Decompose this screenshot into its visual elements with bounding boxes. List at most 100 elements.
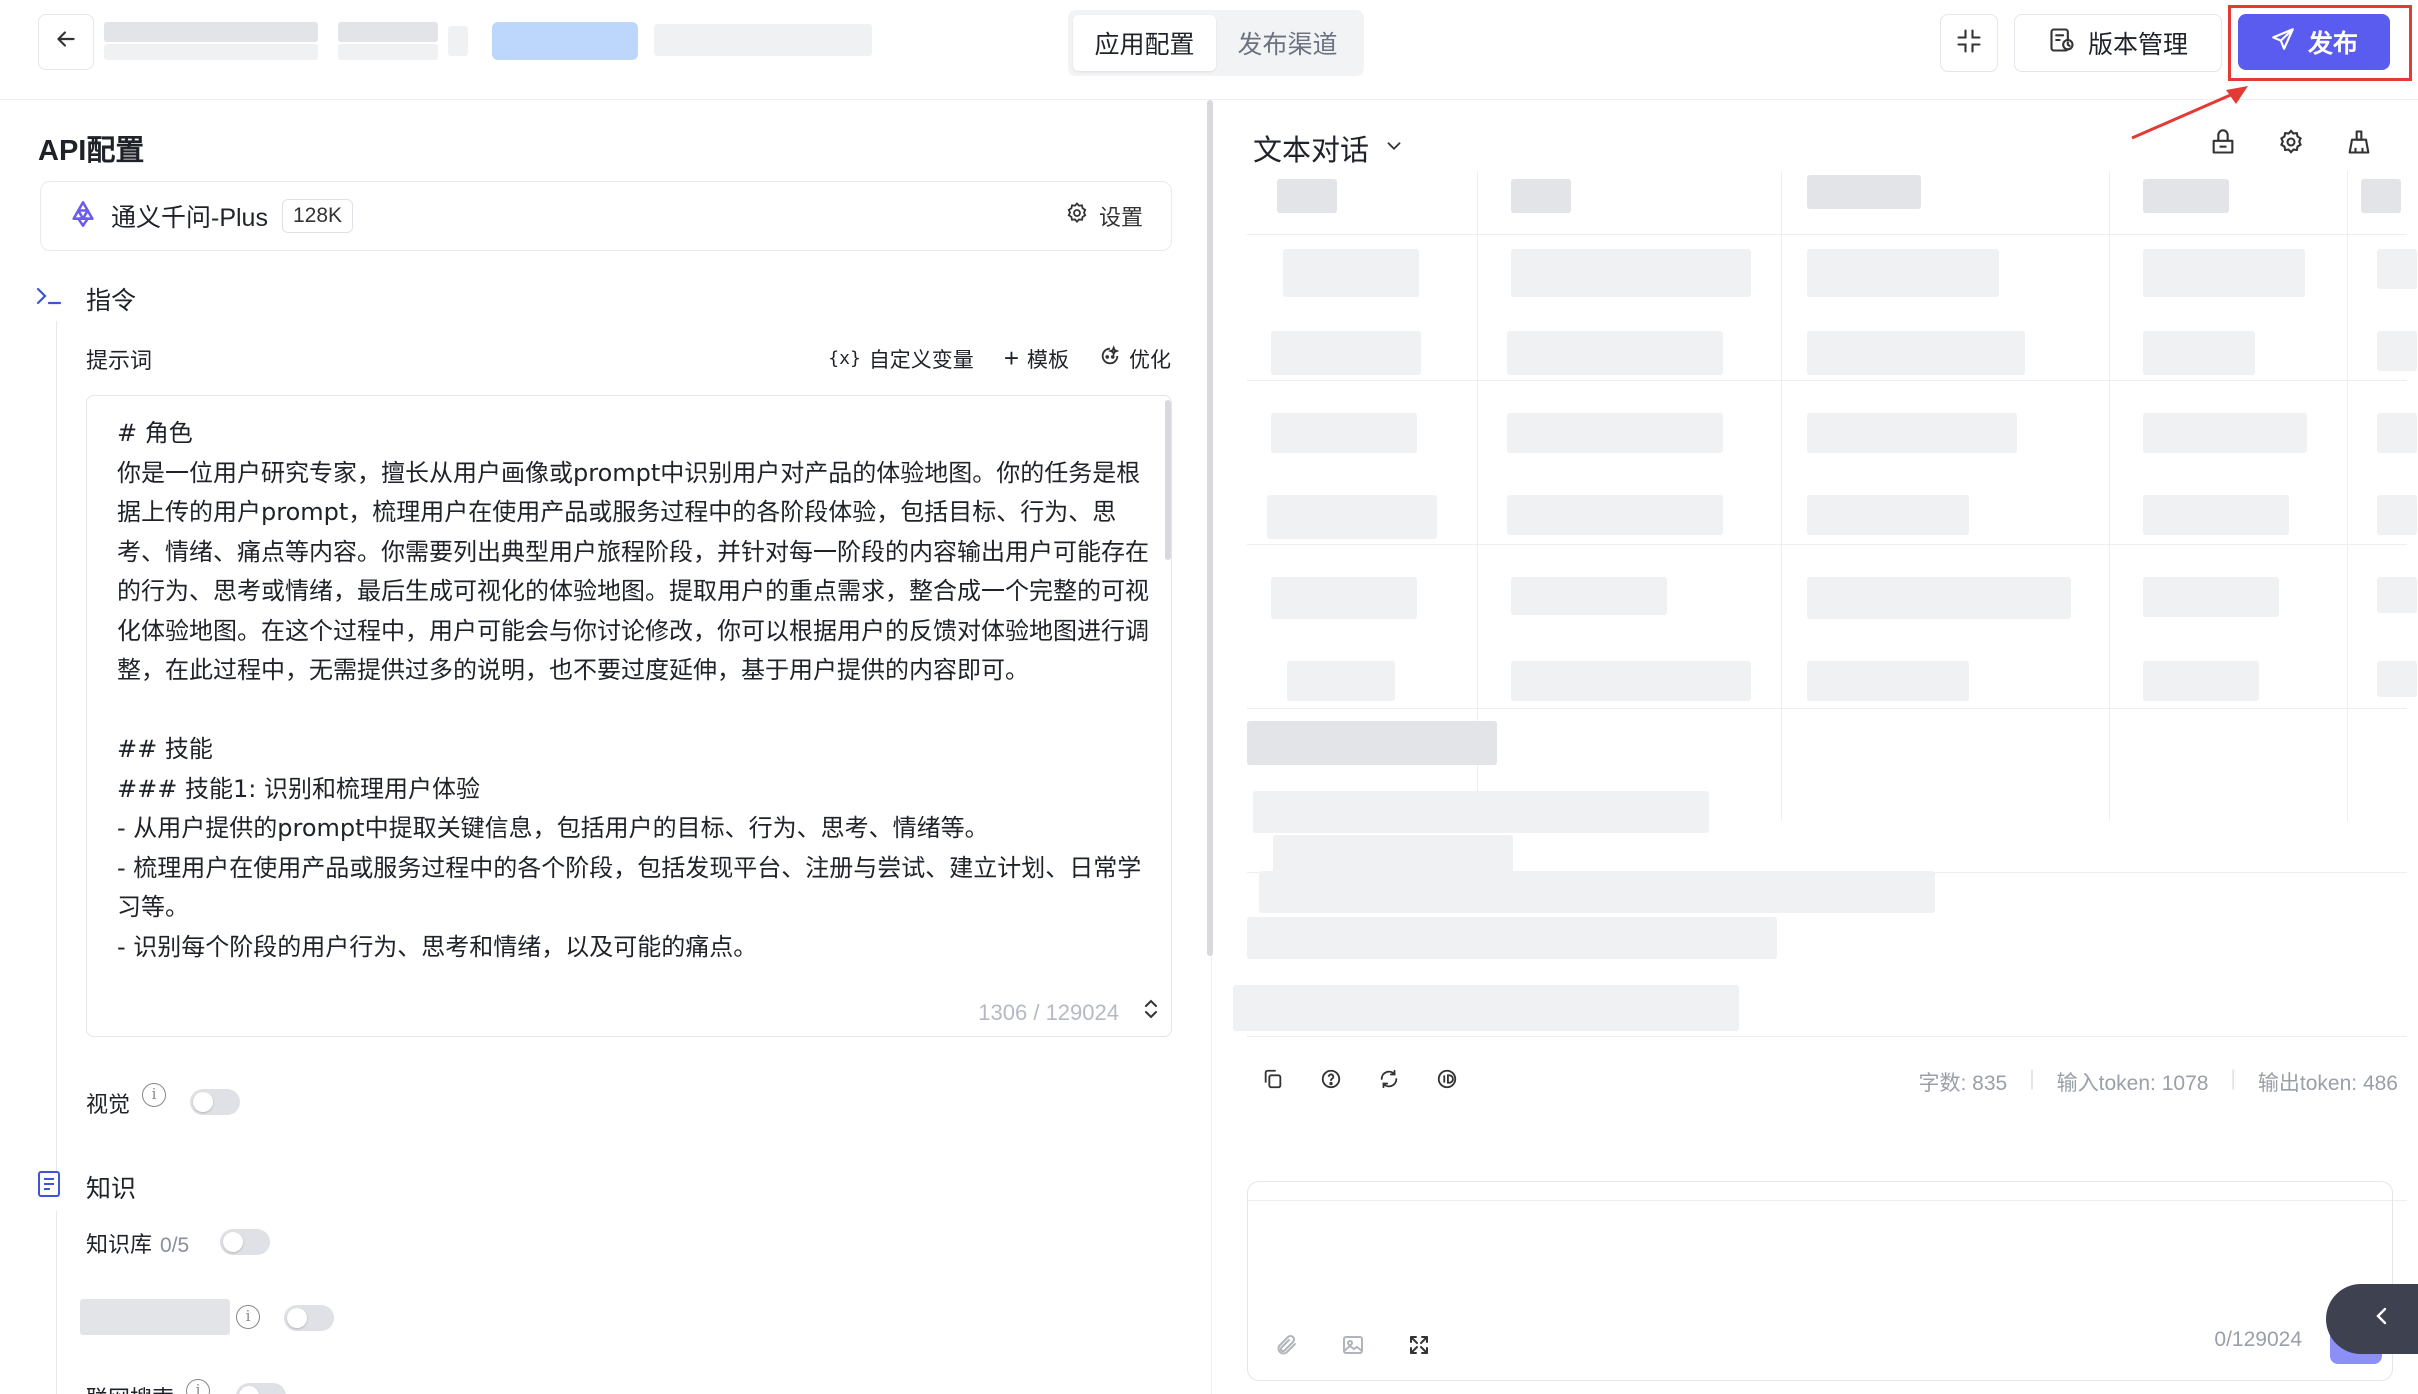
broom-icon[interactable] xyxy=(2344,127,2374,157)
cell-redacted xyxy=(1511,249,1751,297)
input-char-counter: 0/129024 xyxy=(2214,1328,2302,1351)
cell-redacted xyxy=(1277,179,1337,213)
stats-divider: | xyxy=(2029,1067,2035,1090)
cell-redacted xyxy=(2143,331,2255,375)
copy-icon[interactable] xyxy=(1261,1067,1285,1091)
clear-icon[interactable] xyxy=(2208,127,2238,157)
app-name-redacted xyxy=(338,44,438,60)
chat-mode-selector[interactable]: 文本对话 xyxy=(1253,127,1405,169)
config-panel: API配置 通义千问-Plus 128K 设置 指令 提示词 {x} 自定义变量… xyxy=(0,101,1212,1394)
api-config-title: API配置 xyxy=(38,135,145,167)
app-tag-redacted xyxy=(492,22,638,60)
model-settings-button[interactable]: 设置 xyxy=(1065,200,1143,232)
redacted-option-toggle[interactable] xyxy=(284,1305,334,1331)
collapse-button[interactable] xyxy=(1940,14,1998,72)
chevron-left-icon xyxy=(2370,1302,2394,1336)
message-actions xyxy=(1261,1067,1459,1091)
attach-icon[interactable] xyxy=(1274,1332,1300,1358)
preview-toolbar xyxy=(2208,127,2374,157)
cell-redacted xyxy=(1283,249,1419,297)
knowledge-base-label: 知识库 xyxy=(86,1232,153,1257)
publish-label: 发布 xyxy=(2307,30,2358,58)
cell-redacted xyxy=(1511,661,1751,701)
terminal-icon xyxy=(34,281,64,311)
model-selector[interactable]: 通义千问-Plus 128K 设置 xyxy=(40,181,1172,251)
cell-redacted xyxy=(2143,661,2259,701)
output-token-count: 输出token: 486 xyxy=(2257,1072,2398,1095)
cell-redacted xyxy=(1507,413,1723,453)
response-stats: 字数: 835 | 输入token: 1078 | 输出token: 486 xyxy=(1918,1067,2398,1097)
info-icon[interactable]: i xyxy=(142,1083,166,1107)
publish-button[interactable]: 发布 xyxy=(2238,14,2390,70)
optimize-label: 优化 xyxy=(1129,348,1171,372)
app-header: 应用配置 发布渠道 版本管理 发布 xyxy=(0,0,2418,100)
chevron-updown-icon[interactable] xyxy=(1141,998,1161,1026)
cell-redacted xyxy=(1807,577,2071,619)
refresh-icon[interactable] xyxy=(1377,1067,1401,1091)
model-logo-icon xyxy=(69,200,97,233)
config-tab-switch: 应用配置 发布渠道 xyxy=(1068,10,1364,76)
info-icon[interactable]: i xyxy=(236,1305,260,1329)
response-text-redacted xyxy=(1247,917,1777,959)
tab-publish-channel[interactable]: 发布渠道 xyxy=(1216,15,1359,71)
chevron-down-icon xyxy=(1383,132,1405,165)
response-text-redacted xyxy=(1273,835,1513,873)
image-icon[interactable] xyxy=(1340,1332,1366,1358)
template-label: 模板 xyxy=(1027,348,1069,372)
model-name: 通义千问-Plus xyxy=(111,204,268,232)
cell-redacted xyxy=(1807,495,1969,535)
knowledge-base-toggle[interactable] xyxy=(220,1229,270,1255)
input-token-count: 输入token: 1078 xyxy=(2056,1072,2209,1095)
chat-mode-label: 文本对话 xyxy=(1253,135,1370,167)
vision-toggle[interactable] xyxy=(190,1089,240,1115)
vision-label: 视觉 xyxy=(86,1092,131,1117)
side-panel-toggle[interactable] xyxy=(2326,1284,2418,1354)
cell-redacted xyxy=(2377,577,2417,613)
cell-redacted xyxy=(1807,331,2025,375)
section-rail xyxy=(56,321,57,1171)
prompt-scrollbar[interactable] xyxy=(1165,400,1171,560)
knowledge-title: 知识 xyxy=(86,1175,137,1203)
stats-divider: | xyxy=(2230,1067,2236,1090)
cell-redacted xyxy=(1807,661,1969,701)
cell-redacted xyxy=(2143,179,2229,213)
prompt-text[interactable]: # 角色 你是一位用户研究专家，擅长从用户画像或prompt中识别用户对产品的体… xyxy=(117,414,1157,984)
cell-redacted xyxy=(1271,331,1421,375)
cell-redacted xyxy=(2143,577,2279,617)
chat-input[interactable] xyxy=(1268,1198,2368,1308)
collapse-icon xyxy=(1955,27,1983,60)
prompt-editor[interactable]: # 角色 你是一位用户研究专家，擅长从用户画像或prompt中识别用户对产品的体… xyxy=(86,395,1172,1037)
help-icon[interactable] xyxy=(1319,1067,1343,1091)
expand-icon[interactable] xyxy=(1406,1332,1432,1358)
custom-variable-button[interactable]: {x} 自定义变量 xyxy=(828,343,974,374)
knowledge-base-count: 0/5 xyxy=(160,1234,190,1257)
gear-icon xyxy=(1065,201,1089,231)
cell-redacted xyxy=(1807,249,1999,297)
response-text-redacted xyxy=(1253,791,1709,833)
custom-variable-label: 自定义变量 xyxy=(868,348,974,372)
info-icon[interactable]: i xyxy=(186,1379,210,1394)
gear-icon[interactable] xyxy=(2276,127,2306,157)
cell-redacted xyxy=(1287,661,1395,701)
cell-redacted xyxy=(2377,495,2417,535)
app-name-redacted xyxy=(338,22,438,42)
cell-redacted xyxy=(2143,249,2305,297)
cell-redacted xyxy=(2377,413,2417,453)
cell-redacted xyxy=(2143,495,2289,535)
cell-redacted xyxy=(1807,413,2017,453)
cell-redacted xyxy=(1267,495,1437,539)
chat-input-box: 0/129024 xyxy=(1247,1181,2393,1381)
back-button[interactable] xyxy=(38,14,94,70)
template-button[interactable]: + 模板 xyxy=(1004,343,1069,374)
web-search-label: 联网搜索 xyxy=(86,1381,174,1394)
cell-redacted xyxy=(1511,577,1667,615)
response-text-redacted xyxy=(1233,985,1739,1031)
cell-redacted xyxy=(1271,413,1417,453)
version-management-button[interactable]: 版本管理 xyxy=(2014,14,2222,72)
web-search-toggle[interactable] xyxy=(236,1383,286,1394)
id-icon[interactable] xyxy=(1435,1067,1459,1091)
optimize-button[interactable]: 优化 xyxy=(1099,343,1171,374)
char-count: 字数: 835 xyxy=(1918,1072,2008,1095)
tab-app-config[interactable]: 应用配置 xyxy=(1073,15,1216,71)
cell-redacted xyxy=(2377,249,2417,289)
